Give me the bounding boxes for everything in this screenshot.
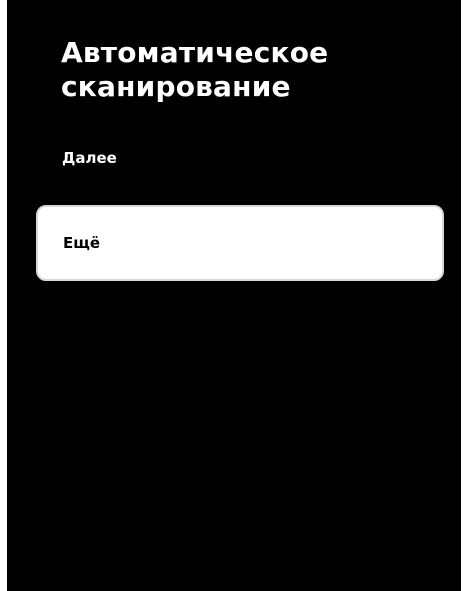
menu-item-more[interactable]: Ещё [36,205,444,281]
tv-menu-screen: Автоматическое сканирование Далее Ещё [7,0,461,591]
menu-item-next[interactable]: Далее [62,148,117,168]
page-title: Автоматическое сканирование [61,36,329,103]
menu-item-label: Ещё [63,234,101,252]
menu-item-label: Далее [62,149,117,167]
